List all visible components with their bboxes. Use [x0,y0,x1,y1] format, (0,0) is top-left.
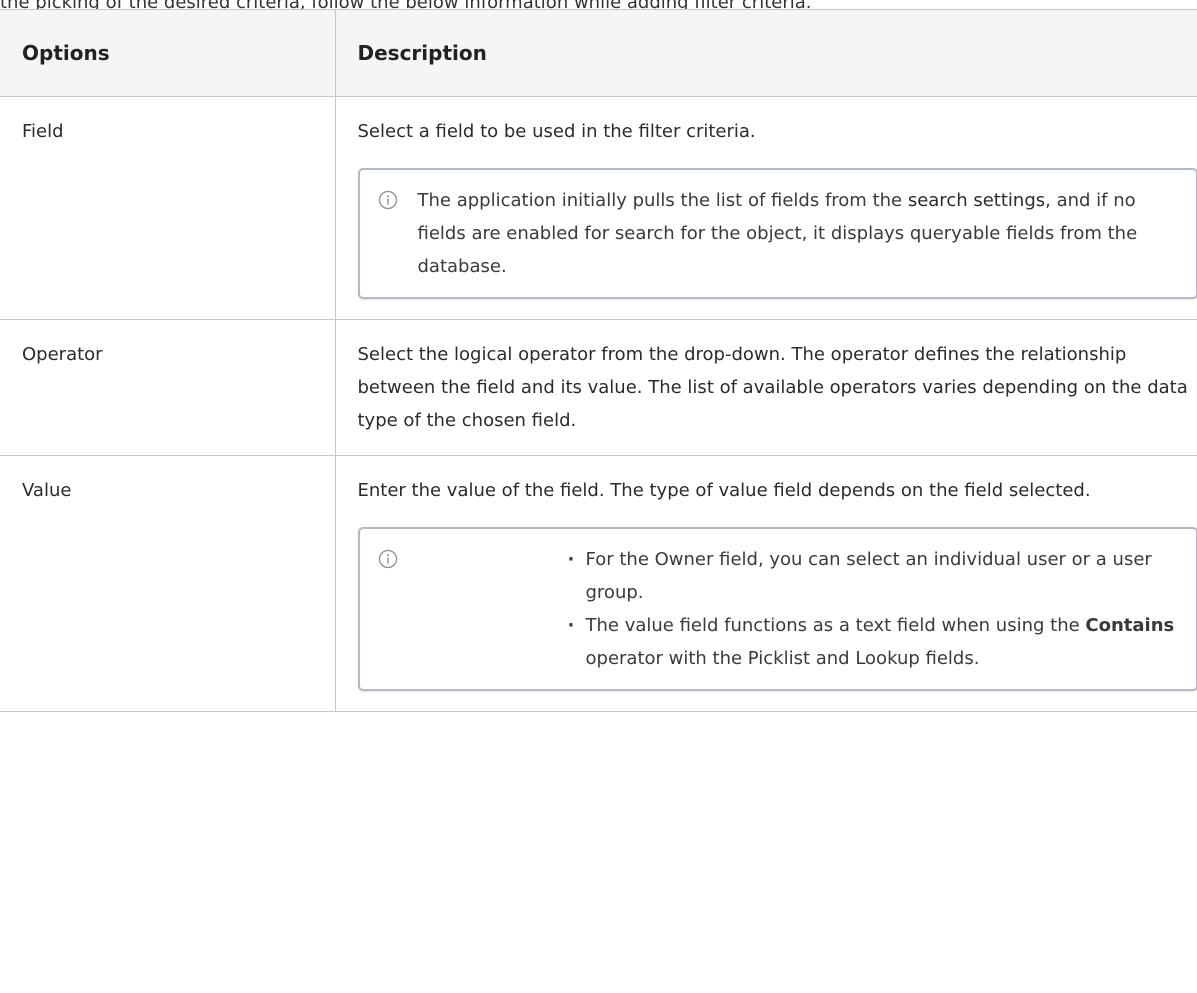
header-options: Options [0,9,336,97]
contains-operator-label: Contains [1085,615,1175,636]
list-item: For the Owner field, you can select an i… [568,543,1176,609]
header-description: Description [334,9,1197,97]
info-note: The application initially pulls the list… [357,168,1197,299]
note-text-part: The application initially pulls the list… [417,190,908,211]
bullet-text-part: The value field functions as a text fiel… [585,615,1086,636]
note-bullet-list: For the Owner field, you can select an i… [418,543,1176,675]
table-row-field: Field Select a field to be used in the f… [0,96,1197,320]
search-settings-link[interactable]: search settings [908,190,1045,211]
option-cell: Value [0,455,336,712]
info-note: For the Owner field, you can select an i… [357,527,1197,691]
description-text: Select a field to be used in the filter … [357,121,756,142]
options-table: Options Description Field Select a field… [0,9,1197,712]
description-text: Enter the value of the field. The type o… [357,480,1091,501]
description-cell: Select a field to be used in the filter … [334,96,1197,320]
option-cell: Field [0,96,336,320]
list-item: The value field functions as a text fiel… [568,609,1176,675]
info-icon [378,549,397,569]
bullet-text-part: operator with the Picklist and Lookup fi… [585,648,980,669]
info-icon [378,190,397,210]
option-cell: Operator [0,319,336,456]
table-row-operator: Operator Select the logical operator fro… [0,319,1197,456]
table-header-row: Options Description [0,9,1197,97]
description-cell: Enter the value of the field. The type o… [334,455,1197,712]
table-row-value: Value Enter the value of the field. The … [0,455,1197,712]
note-text: The application initially pulls the list… [418,184,1176,283]
description-cell: Select the logical operator from the dro… [334,319,1197,456]
